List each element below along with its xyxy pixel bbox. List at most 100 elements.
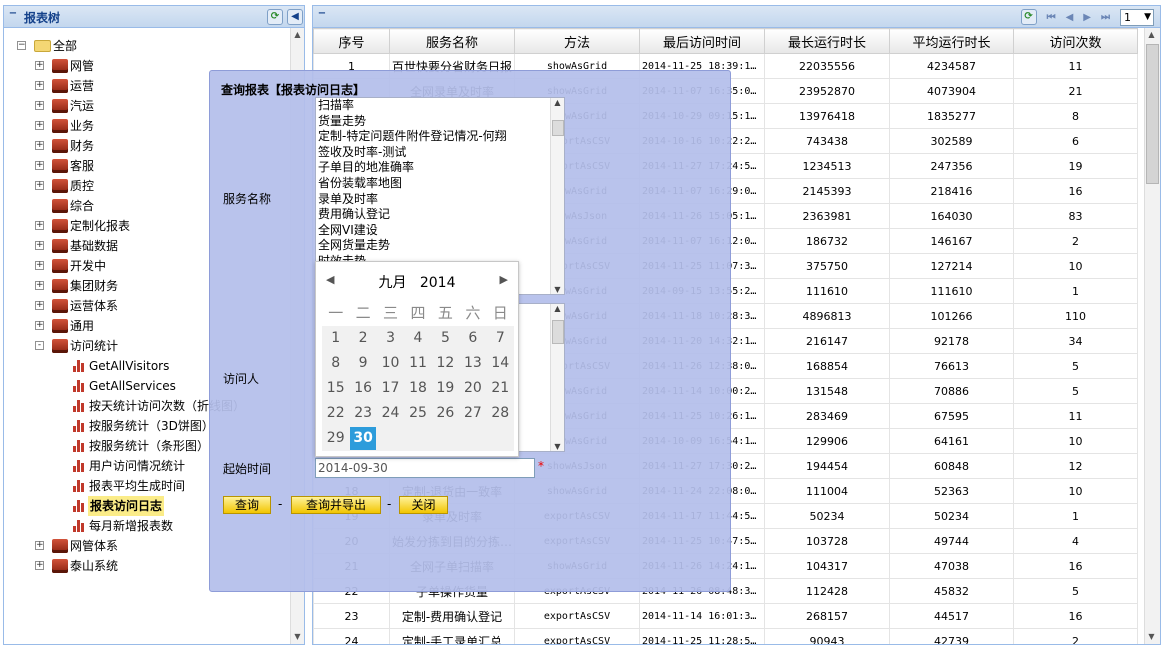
calendar-day[interactable]: 25 xyxy=(404,401,431,426)
expand-toggle-icon[interactable]: + xyxy=(35,241,44,250)
list-item[interactable]: 签收及时率-测试 xyxy=(316,145,564,161)
list-item[interactable]: 省份装载率地图 xyxy=(316,176,564,192)
report-book-icon xyxy=(52,159,68,173)
collapse-icon[interactable]: − xyxy=(8,9,18,20)
expand-toggle-icon[interactable]: + xyxy=(35,181,44,190)
calendar-day[interactable]: 3 xyxy=(377,326,404,351)
collapse-toggle-icon[interactable]: − xyxy=(17,41,26,50)
table-row[interactable]: 24 定制-手工录单汇总 exportAsCSV 2014-11-25 11:28:5… xyxy=(313,628,1138,644)
column-header[interactable]: 最长运行时长 xyxy=(764,28,890,54)
calendar-day[interactable]: 11 xyxy=(404,351,431,376)
scroll-thumb[interactable] xyxy=(1146,44,1159,184)
collapse-icon[interactable]: − xyxy=(317,9,327,20)
calendar-day[interactable]: 15 xyxy=(322,376,349,401)
column-header[interactable]: 平均运行时长 xyxy=(889,28,1014,54)
expand-toggle-icon[interactable]: - xyxy=(35,341,44,350)
query-button[interactable]: 查询 xyxy=(223,496,271,514)
calendar-day[interactable]: 14 xyxy=(487,351,514,376)
table-cell: 5 xyxy=(1013,378,1138,404)
table-cell: 375750 xyxy=(764,253,890,279)
calendar-day[interactable]: 12 xyxy=(432,351,459,376)
calendar-day[interactable]: 10 xyxy=(377,351,404,376)
table-cell: 268157 xyxy=(764,603,890,629)
calendar-day[interactable]: 24 xyxy=(377,401,404,426)
list-item[interactable]: 货量走势 xyxy=(316,114,564,130)
next-page-icon[interactable]: ▶ xyxy=(1083,12,1091,23)
column-header[interactable]: 最后访问时间 xyxy=(639,28,765,54)
expand-toggle-icon[interactable]: + xyxy=(35,81,44,90)
calendar-day[interactable]: 20 xyxy=(459,376,486,401)
table-cell: 110 xyxy=(1013,303,1138,329)
list-item[interactable]: 录单及时率 xyxy=(316,192,564,208)
calendar-day[interactable]: 30 xyxy=(350,427,376,450)
table-cell: 111610 xyxy=(889,278,1014,304)
calendar-day[interactable]: 23 xyxy=(349,401,376,426)
calendar-day[interactable]: 1 xyxy=(322,326,349,351)
list-scrollbar[interactable]: ▲ ▼ xyxy=(550,304,564,451)
list-item[interactable]: 定制-特定问题件附件登记情况-何翔 xyxy=(316,129,564,145)
calendar-day[interactable]: 27 xyxy=(459,401,486,426)
calendar-day[interactable]: 4 xyxy=(404,326,431,351)
expand-toggle-icon[interactable]: + xyxy=(35,61,44,70)
expand-toggle-icon[interactable]: + xyxy=(35,101,44,110)
calendar-day[interactable]: 6 xyxy=(459,326,486,351)
table-row[interactable]: 23 定制-费用确认登记 exportAsCSV 2014-11-14 16:01:3… xyxy=(313,603,1138,629)
column-header[interactable]: 序号 xyxy=(313,28,390,54)
report-chart-icon xyxy=(73,380,84,392)
expand-toggle-icon[interactable]: + xyxy=(35,281,44,290)
calendar-day[interactable]: 21 xyxy=(487,376,514,401)
calendar-year[interactable]: 2014 xyxy=(420,275,456,291)
expand-toggle-icon[interactable]: + xyxy=(35,161,44,170)
calendar-day[interactable]: 17 xyxy=(377,376,404,401)
prev-page-icon[interactable]: ◀ xyxy=(1066,12,1074,23)
first-page-icon[interactable]: ⏮ xyxy=(1047,12,1056,23)
calendar-day[interactable]: 28 xyxy=(487,401,514,426)
calendar-day[interactable]: 29 xyxy=(322,426,349,451)
next-month-icon[interactable]: ▶ xyxy=(500,273,508,286)
calendar-day[interactable]: 13 xyxy=(459,351,486,376)
collapse-left-icon[interactable]: ◀ xyxy=(287,9,303,25)
calendar-day[interactable]: 19 xyxy=(432,376,459,401)
calendar-day[interactable]: 18 xyxy=(404,376,431,401)
calendar-day[interactable]: 8 xyxy=(322,351,349,376)
dialog-title: 查询报表【报表访问日志】 xyxy=(221,83,366,97)
report-chart-icon xyxy=(73,520,84,532)
column-header[interactable]: 方法 xyxy=(514,28,640,54)
table-cell: 216147 xyxy=(764,328,890,354)
list-item[interactable]: 全网VI建设 xyxy=(316,223,564,239)
refresh-icon[interactable]: ⟳ xyxy=(1020,9,1037,25)
weekday-row: 一二三四五六日 xyxy=(322,302,514,323)
expand-toggle-icon[interactable]: + xyxy=(35,141,44,150)
expand-toggle-icon[interactable]: + xyxy=(35,561,44,570)
expand-toggle-icon[interactable]: + xyxy=(35,221,44,230)
column-header[interactable]: 访问次数 xyxy=(1013,28,1138,54)
close-button[interactable]: 关闭 xyxy=(399,496,448,514)
calendar-day[interactable]: 16 xyxy=(349,376,376,401)
start-time-input[interactable]: 2014-09-30 xyxy=(315,458,535,478)
last-page-icon[interactable]: ⏭ xyxy=(1101,12,1110,23)
calendar-day[interactable]: 22 xyxy=(322,401,349,426)
expand-toggle-icon[interactable]: + xyxy=(35,321,44,330)
calendar-day[interactable]: 9 xyxy=(349,351,376,376)
expand-toggle-icon[interactable]: + xyxy=(35,541,44,550)
calendar-day[interactable]: 7 xyxy=(487,326,514,351)
list-scrollbar[interactable]: ▲ ▼ xyxy=(550,98,564,294)
refresh-icon[interactable]: ⟳ xyxy=(267,9,283,25)
expand-toggle-icon[interactable]: + xyxy=(35,121,44,130)
scroll-up-icon[interactable]: ▲ xyxy=(1145,28,1158,42)
list-item[interactable]: 扫描率 xyxy=(316,98,564,114)
list-item[interactable]: 子单目的地准确率 xyxy=(316,160,564,176)
calendar-month[interactable]: 九月 xyxy=(379,275,407,291)
column-header[interactable]: 服务名称 xyxy=(389,28,515,54)
calendar-day[interactable]: 5 xyxy=(432,326,459,351)
page-select[interactable]: 1 ▼ xyxy=(1120,8,1154,26)
expand-toggle-icon[interactable]: + xyxy=(35,301,44,310)
expand-toggle-icon[interactable]: + xyxy=(35,261,44,270)
scroll-down-icon[interactable]: ▼ xyxy=(1145,630,1158,644)
list-item[interactable]: 费用确认登记 xyxy=(316,207,564,223)
calendar-day[interactable]: 26 xyxy=(432,401,459,426)
grid-scrollbar[interactable]: ▲ ▼ xyxy=(1144,28,1160,644)
calendar-day[interactable]: 2 xyxy=(349,326,376,351)
list-item[interactable]: 全网货量走势 xyxy=(316,238,564,254)
query-export-button[interactable]: 查询并导出 xyxy=(291,496,381,514)
